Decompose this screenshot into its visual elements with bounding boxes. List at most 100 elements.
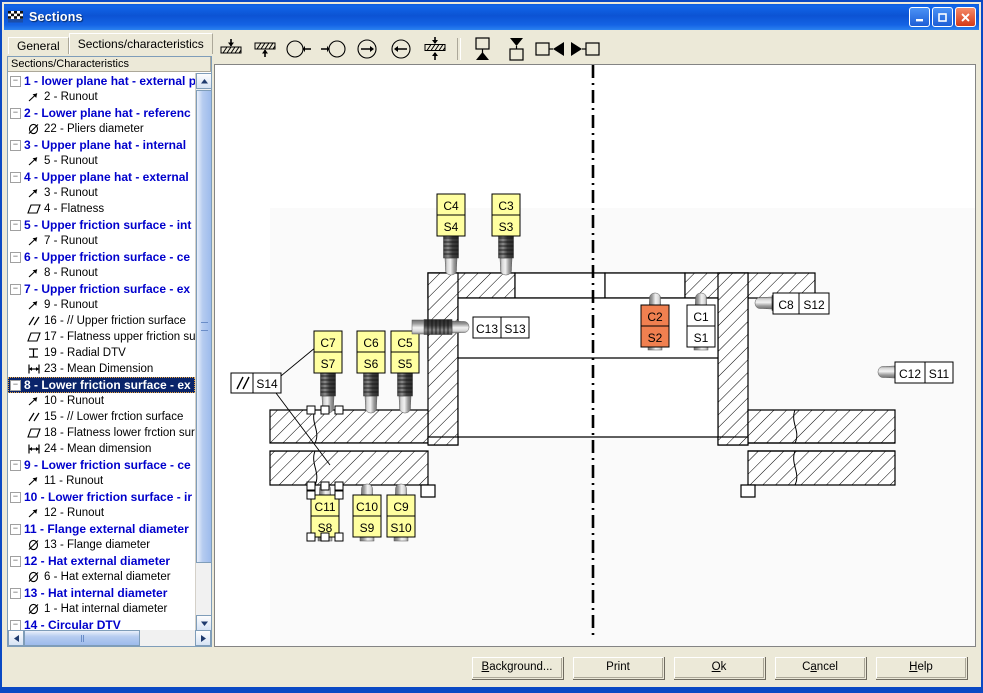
tree-expander-icon[interactable]: − — [10, 459, 21, 471]
tree-expander-icon[interactable]: − — [10, 379, 21, 391]
tree-section-row[interactable]: −12 - Hat external diameter — [8, 553, 196, 569]
tree-characteristic-row[interactable]: 19 - Radial DTV — [8, 345, 196, 361]
print-button[interactable]: Print — [572, 655, 664, 679]
tree-section-row[interactable]: −1 - lower plane hat - external p — [8, 73, 196, 89]
toolbar-separator — [457, 37, 461, 60]
tree-row-label: 2 - Runout — [44, 91, 98, 103]
tree-section-row[interactable]: −8 - Lower friction surface - ex — [8, 377, 195, 393]
tree-characteristic-row[interactable]: 13 - Flange diameter — [8, 537, 196, 553]
tab-sections-characteristics[interactable]: Sections/characteristics — [68, 33, 213, 54]
tree-section-row[interactable]: −3 - Upper plane hat - internal — [8, 137, 196, 153]
tree-section-row[interactable]: −11 - Flange external diameter — [8, 521, 196, 537]
tree-characteristic-row[interactable]: 24 - Mean dimension — [8, 441, 196, 457]
probe-channel-label: C8 — [778, 298, 794, 312]
tree-row-label: 12 - Hat external diameter — [24, 554, 171, 568]
background-button[interactable]: Background... — [471, 655, 563, 679]
triangle-over-square-icon[interactable] — [500, 35, 534, 63]
circle-probe-right-icon[interactable] — [316, 35, 350, 63]
tree-expander-icon[interactable]: − — [10, 283, 21, 295]
tree-characteristic-row[interactable]: 2 - Runout — [8, 89, 196, 105]
probe-channel-label: C2 — [647, 310, 663, 324]
part-drawing-canvas[interactable]: S14 C4 S4 C3 S3 C7 S7 C6 S6 C5 S5 C13 S1… — [214, 64, 976, 647]
tree-column-header[interactable]: Sections/Characteristics — [8, 57, 211, 72]
diameter-icon — [26, 123, 41, 136]
tree-expander-icon[interactable]: − — [10, 587, 21, 599]
probe-channel-label: C4 — [443, 199, 459, 213]
tree-section-row[interactable]: −9 - Lower friction surface - ce — [8, 457, 196, 473]
tree-expander-icon[interactable]: − — [10, 619, 21, 631]
tree-row-label: 18 - Flatness lower frction surfac — [44, 427, 196, 439]
circle-arrow-left-icon[interactable] — [384, 35, 418, 63]
tab-strip: General Sections/characteristics — [8, 33, 217, 54]
tree-characteristic-row[interactable]: 15 - // Lower frction surface — [8, 409, 196, 425]
tree-section-row[interactable]: −2 - Lower plane hat - referenc — [8, 105, 196, 121]
scrollbar-grip — [200, 322, 208, 331]
tree-horizontal-scrollbar[interactable] — [8, 630, 211, 646]
tree-section-row[interactable]: −13 - Hat internal diameter — [8, 585, 196, 601]
triangle-square-right-icon[interactable] — [568, 35, 602, 63]
tree-characteristic-row[interactable]: 18 - Flatness lower frction surfac — [8, 425, 196, 441]
tree-characteristic-row[interactable]: 10 - Runout — [8, 393, 196, 409]
datum-plane-top-icon[interactable] — [214, 35, 248, 63]
tree-expander-icon[interactable]: − — [10, 107, 21, 119]
horizontal-scrollbar-thumb[interactable] — [24, 630, 140, 646]
maximize-button[interactable] — [932, 7, 953, 27]
tree-characteristic-row[interactable]: 22 - Pliers diameter — [8, 121, 196, 137]
tree-section-row[interactable]: −7 - Upper friction surface - ex — [8, 281, 196, 297]
tree-characteristic-row[interactable]: 23 - Mean Dimension — [8, 361, 196, 377]
tab-general[interactable]: General — [8, 37, 69, 54]
tree-section-row[interactable]: −6 - Upper friction surface - ce — [8, 249, 196, 265]
sections-dialog: Sections General Sections/characteristic… — [0, 0, 983, 693]
tree-characteristic-row[interactable]: 11 - Runout — [8, 473, 196, 489]
tree-rows-container[interactable]: −1 - lower plane hat - external p 2 - Run… — [8, 73, 196, 631]
tree-characteristic-row[interactable]: 5 - Runout — [8, 153, 196, 169]
tree-characteristic-row[interactable]: 1 - Hat internal diameter — [8, 601, 196, 617]
tree-characteristic-row[interactable]: 16 - // Upper friction surface — [8, 313, 196, 329]
minimize-button[interactable] — [909, 7, 930, 27]
circle-arrow-right-icon[interactable] — [350, 35, 384, 63]
tree-section-row[interactable]: −14 - Circular DTV — [8, 617, 196, 631]
tree-expander-icon[interactable]: − — [10, 491, 21, 503]
tree-expander-icon[interactable]: − — [10, 139, 21, 151]
tree-expander-icon[interactable]: − — [10, 523, 21, 535]
square-triangle-left-icon[interactable] — [534, 35, 568, 63]
tree-characteristic-row[interactable]: 7 - Runout — [8, 233, 196, 249]
tree-characteristic-row[interactable]: 3 - Runout — [8, 185, 196, 201]
close-button[interactable] — [955, 7, 976, 27]
scroll-left-button[interactable] — [8, 630, 24, 646]
vertical-scrollbar-thumb[interactable] — [196, 90, 211, 563]
tree-section-row[interactable]: −10 - Lower friction surface - ir — [8, 489, 196, 505]
ok-button[interactable]: Ok — [673, 655, 765, 679]
tree-expander-icon[interactable]: − — [10, 219, 21, 231]
parallelism-icon — [26, 315, 41, 328]
tree-expander-icon[interactable]: − — [10, 171, 21, 183]
scroll-right-button[interactable] — [195, 630, 211, 646]
tree-expander-icon[interactable]: − — [10, 251, 21, 263]
runout-icon — [26, 395, 41, 408]
thickness-icon[interactable] — [418, 35, 452, 63]
circle-probe-left-icon[interactable] — [282, 35, 316, 63]
probe-channel-label: C11 — [314, 500, 335, 514]
tree-vertical-scrollbar[interactable] — [195, 73, 211, 631]
tree-characteristic-row[interactable]: 17 - Flatness upper friction surfac — [8, 329, 196, 345]
tree-section-row[interactable]: −5 - Upper friction surface - int — [8, 217, 196, 233]
tree-characteristic-row[interactable]: 12 - Runout — [8, 505, 196, 521]
tree-row-label: 23 - Mean Dimension — [44, 363, 154, 375]
tree-row-label: 8 - Lower friction surface - ex — [24, 378, 191, 392]
help-button[interactable]: Help — [875, 655, 967, 679]
scroll-down-button[interactable] — [196, 615, 211, 631]
square-over-triangle-icon[interactable] — [466, 35, 500, 63]
tree-characteristic-row[interactable]: 4 - Flatness — [8, 201, 196, 217]
tree-expander-icon[interactable]: − — [10, 75, 21, 87]
cancel-button[interactable]: Cancel — [774, 655, 866, 679]
datum-plane-bottom-icon[interactable] — [248, 35, 282, 63]
tree-expander-icon[interactable]: − — [10, 555, 21, 567]
tree-row-label: 15 - // Lower frction surface — [44, 411, 184, 423]
tree-characteristic-row[interactable]: 6 - Hat external diameter — [8, 569, 196, 585]
tree-section-row[interactable]: −4 - Upper plane hat - external — [8, 169, 196, 185]
tree-characteristic-row[interactable]: 8 - Runout — [8, 265, 196, 281]
scroll-up-button[interactable] — [196, 73, 211, 89]
tree-row-label: 12 - Runout — [44, 507, 105, 519]
tree-row-label: 13 - Flange diameter — [44, 539, 151, 551]
tree-characteristic-row[interactable]: 9 - Runout — [8, 297, 196, 313]
